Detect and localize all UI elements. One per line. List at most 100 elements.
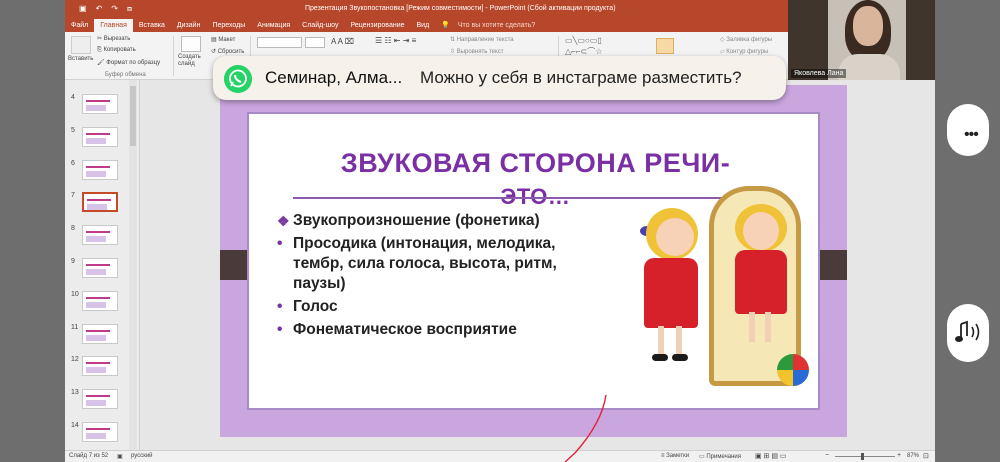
quick-access-toolbar: ▣ ↶ ↷ ⧈ [79,4,132,14]
thumbnail-image [82,160,118,180]
format-painter-button[interactable]: 🖌 Формат по образцу [97,59,160,66]
new-slide-icon[interactable] [181,36,201,52]
align-text-button[interactable]: ⇳ Выровнять текст [450,48,503,55]
screen: ▣ ↶ ↷ ⧈ Презентация Звукопостановка [Реж… [0,0,1000,462]
slide-number: 8 [71,225,75,232]
font-size-buttons[interactable]: A A ⌧ [331,37,354,46]
thumbnail-image [82,127,118,147]
undo-icon[interactable]: ↶ [96,4,103,14]
thumbnail-image [82,356,118,376]
bookshelf [788,0,828,80]
format-painter-label: Формат по образцу [106,60,161,66]
comments-button[interactable]: ▭ Примечания [699,453,741,460]
thumbnail-image [82,324,118,344]
tab-design[interactable]: Дизайн [171,19,207,32]
tab-review[interactable]: Рецензирование [344,19,410,32]
view-buttons[interactable]: ▣ ⊞ ▤ ▭ [755,452,787,460]
notes-label: Заметки [666,453,690,459]
align-text-label: Выровнять текст [456,49,504,55]
whatsapp-notification[interactable]: Семинар, Алма... Можно у себя в инстагра… [213,56,786,100]
tab-transitions[interactable]: Переходы [206,19,251,32]
slide-number: 9 [71,258,75,265]
copy-button[interactable]: ⎘ Копировать [97,47,136,54]
tell-me-text: Что вы хотите сделать? [457,22,536,29]
thumbnail-image [82,291,118,311]
status-bar: Слайд 7 из 52 ▣ русский ≡ Заметки ▭ Прим… [65,450,935,462]
clipboard-group-label: Буфер обмена [105,72,146,78]
layout-button[interactable]: ▤ Макет [211,36,235,43]
window-title: Презентация Звукопостановка [Режим совме… [305,5,616,12]
language-indicator[interactable]: русский [131,453,153,459]
shape-outline-button[interactable]: ▱ Контур фигуры [720,48,768,55]
tab-file[interactable]: Файл [65,19,94,32]
thumbnail-image [82,258,118,278]
dot-bullet-icon: • [277,321,283,338]
bullet-list[interactable]: ❖ Звукопроизношение (фонетика) • Просодика… [277,211,607,343]
zoom-in-button[interactable]: + [897,452,901,459]
comments-label: Примечания [706,454,741,460]
redo-icon[interactable]: ↷ [111,4,118,14]
tab-view[interactable]: Вид [411,19,436,32]
fit-slide-icon[interactable]: ⊡ [923,452,929,460]
thumbnail-image [82,225,118,245]
paste-icon[interactable] [71,36,91,54]
dot-bullet-icon: • [277,235,283,252]
slide-number: 14 [71,422,79,429]
spellcheck-icon[interactable]: ▣ [117,453,123,460]
thumbnails-scrollbar[interactable] [129,80,137,450]
ball-illustration [777,354,809,386]
reset-label: Сбросить [217,49,245,55]
cut-label: Вырезать [103,36,131,42]
decor-band-left [220,250,250,280]
cut-button[interactable]: ✂ Вырезать [97,35,130,42]
font-size-box[interactable] [305,37,325,48]
diamond-bullet-icon: ❖ [277,213,290,229]
more-options-button[interactable]: ••• [947,104,989,156]
tab-slideshow[interactable]: Слайд-шоу [296,19,344,32]
tab-animation[interactable]: Анимация [251,19,296,32]
slide-number: 12 [71,356,79,363]
new-slide-button[interactable]: Создать слайд [178,54,208,68]
text-direction-label: Направление текста [456,37,514,43]
slide-number: 5 [71,127,75,134]
save-icon[interactable]: ▣ [79,4,87,14]
scrollbar-thumb[interactable] [130,86,136,146]
tab-insert[interactable]: Вставка [133,19,171,32]
text-direction-button[interactable]: ⇅ Направление текста [450,36,514,43]
arrange-icon[interactable] [656,38,674,54]
participant-face [853,6,883,46]
zoom-out-button[interactable]: − [825,452,829,459]
bullet-item: ❖ Звукопроизношение (фонетика) [277,211,607,231]
notes-button[interactable]: ≡ Заметки [661,453,689,459]
thumbnail-image [82,389,118,409]
participant-name: Яковлева Лана [791,69,847,78]
reset-button[interactable]: ↺ Сбросить [211,48,244,55]
decor-band-right [817,250,847,280]
shape-fill-button[interactable]: ◇ Заливка фигуры [720,36,772,43]
tab-home[interactable]: Главная [94,19,133,32]
list-buttons[interactable]: ☰ ☷ ⇤ ⇥ ≡ [375,36,416,45]
slide-title-line1[interactable]: ЗВУКОВАЯ СТОРОНА РЕЧИ- [249,148,822,179]
bullet-item: • Голос [277,297,607,317]
tell-me-search[interactable]: 💡 Что вы хотите сделать? [435,19,547,32]
zoom-slider[interactable] [835,456,895,457]
paste-button[interactable]: Вставить [68,56,93,62]
title-underline [293,197,766,199]
slide-counter: Слайд 7 из 52 [69,453,109,459]
present-icon[interactable]: ⧈ [127,4,132,14]
thumbnail-image [82,422,118,442]
whatsapp-icon [224,65,252,93]
audio-button[interactable] [947,304,989,362]
thumbnail-image [82,94,118,114]
font-name-box[interactable] [257,37,302,48]
bullet-text: Фонематическое восприятие [293,321,517,338]
reflection-girl-illustration [731,204,791,374]
shapes-gallery[interactable]: ▭╲▭○▭▯ [565,36,602,45]
bookshelf [906,0,935,80]
bullet-text: Просодика (интонация, мелодика, тембр, с… [293,235,557,292]
participant-video-tile[interactable]: Яковлева Лана [788,0,935,80]
zoom-level[interactable]: 87% [907,453,919,459]
participant-body [838,54,900,80]
current-slide[interactable]: ЗВУКОВАЯ СТОРОНА РЕЧИ- ЭТО… ❖ Звукопроизн… [220,85,847,437]
zoom-slider-thumb[interactable] [861,453,864,460]
